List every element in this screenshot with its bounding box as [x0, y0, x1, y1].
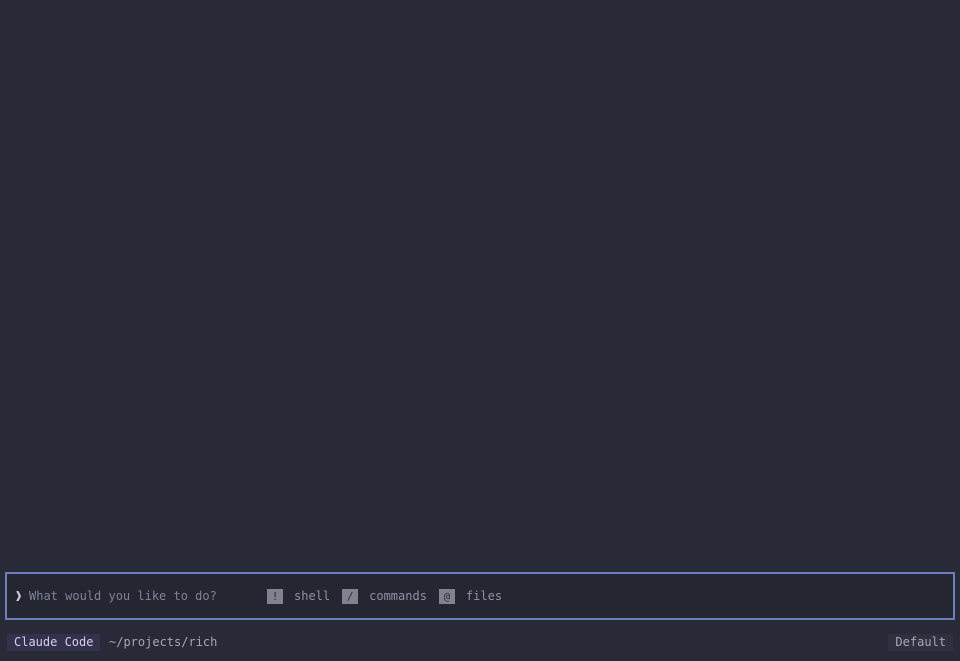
hint-commands: / commands	[342, 588, 427, 604]
files-hint-label: files	[465, 589, 503, 603]
shell-hint-label: shell	[294, 589, 331, 603]
app-name-badge: Claude Code	[7, 634, 101, 651]
prompt-input[interactable]	[29, 589, 267, 603]
prompt-box[interactable]: ❱ ! shell / commands @ files	[5, 572, 955, 620]
terminal-app: ❱ ! shell / commands @ files Claude Code…	[0, 0, 960, 661]
commands-hint-label: commands	[369, 589, 427, 603]
current-directory: ~/projects/rich	[109, 635, 218, 649]
transcript-area	[0, 0, 960, 570]
commands-key-badge: /	[342, 588, 359, 604]
mode-badge[interactable]: Default	[888, 634, 953, 651]
shell-key-badge: !	[267, 588, 283, 604]
hint-files: @ files	[438, 588, 503, 604]
files-key-badge: @	[438, 588, 455, 604]
hint-shell: ! shell	[267, 588, 331, 604]
status-bar: Claude Code ~/projects/rich Default	[0, 633, 960, 653]
prompt-caret-icon: ❱	[15, 589, 23, 603]
